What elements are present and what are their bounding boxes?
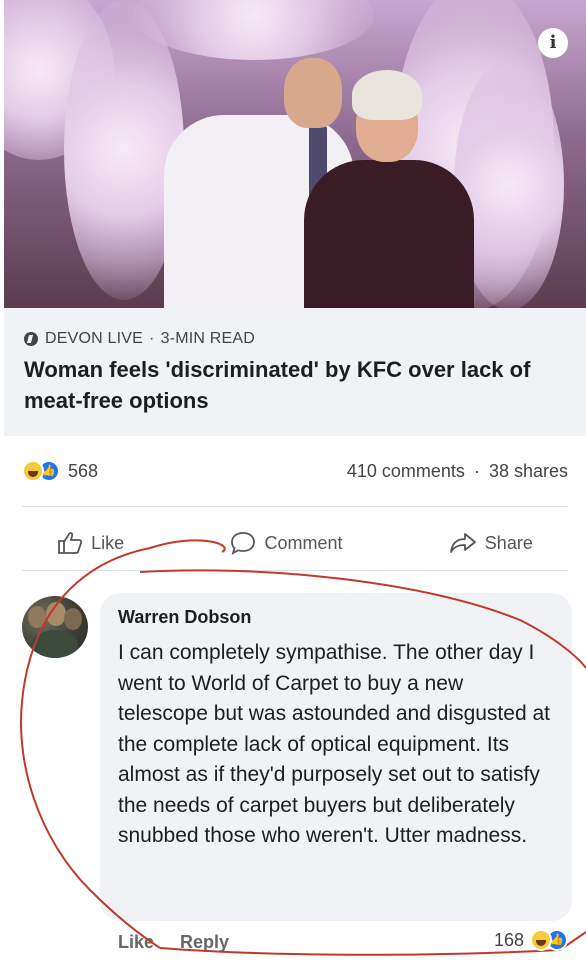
comment-reply-button[interactable]: Reply (180, 932, 229, 953)
article-link-preview[interactable]: DEVON LIVE · 3-MIN READ Woman feels 'dis… (4, 308, 586, 436)
divider (22, 506, 568, 507)
haha-reaction-icon (22, 460, 44, 482)
divider (22, 570, 568, 571)
article-source: DEVON LIVE (45, 330, 144, 347)
comment-bubble-icon (231, 532, 256, 555)
comment-button[interactable]: Comment (230, 531, 343, 555)
comment-count[interactable]: 410 comments (347, 461, 465, 481)
thumbs-up-icon (58, 532, 83, 554)
post-stats-bar: 👍 568 410 comments · 38 shares (4, 436, 586, 506)
comments-shares[interactable]: 410 comments · 38 shares (347, 461, 568, 482)
reaction-count: 568 (68, 460, 99, 481)
like-button[interactable]: Like (57, 531, 124, 555)
article-photo[interactable]: i (4, 0, 586, 308)
comment-reaction-count: 168 (493, 929, 524, 950)
comment-author[interactable]: Warren Dobson (118, 607, 554, 628)
avatar[interactable] (22, 596, 88, 658)
article-read-time: 3-MIN READ (160, 330, 256, 347)
info-icon[interactable]: i (538, 28, 568, 58)
article-source-line: DEVON LIVE · 3-MIN READ (24, 330, 566, 348)
comment-like-button[interactable]: Like (118, 932, 154, 953)
haha-reaction-icon (530, 929, 552, 951)
share-count[interactable]: 38 shares (489, 461, 568, 481)
comment-bubble[interactable]: Warren Dobson I can completely sympathis… (100, 593, 572, 921)
like-label: Like (91, 532, 125, 553)
comment-reaction-summary[interactable]: 168 👍 (494, 929, 568, 951)
reaction-summary[interactable]: 👍 568 (22, 460, 98, 482)
post-action-bar: Like Comment Share (4, 520, 586, 566)
share-arrow-icon (449, 533, 476, 553)
comment-text: I can completely sympathise. The other d… (118, 641, 550, 847)
comment-label: Comment (264, 532, 343, 553)
stats-dot: · (473, 460, 480, 481)
share-button[interactable]: Share (449, 531, 533, 555)
news-source-icon (24, 332, 38, 346)
source-separator: · (149, 330, 155, 347)
article-headline[interactable]: Woman feels 'discriminated' by KFC over … (24, 354, 569, 416)
comment-action-row: Like Reply (118, 932, 229, 953)
woman-figure (304, 70, 474, 308)
share-label: Share (484, 532, 533, 553)
